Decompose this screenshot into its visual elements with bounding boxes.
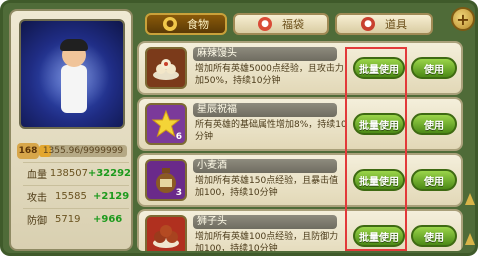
- item-name: 星辰祝福: [197, 104, 237, 115]
- stat-label: 攻击: [27, 192, 47, 204]
- stat-value: 138507: [49, 167, 89, 179]
- item-icon: ●: [361, 17, 375, 31]
- plus-icon: +: [456, 9, 470, 29]
- stat-defense: 防御 5719 +966: [27, 211, 131, 227]
- stat-bonus: +2129: [93, 190, 130, 202]
- tab-label: 道具: [385, 18, 407, 31]
- hero-portrait: [19, 19, 125, 129]
- stat-label: 血量: [27, 169, 47, 181]
- stat-attack: 攻击 15585 +2129: [27, 188, 131, 204]
- star-icon[interactable]: 6: [145, 103, 187, 145]
- scroll-down-arrow-icon[interactable]: [465, 233, 475, 245]
- list-item: 6 星辰祝福 所有英雄的基础属性增加8%，持续10分钟 批量使用 使用: [137, 97, 463, 151]
- divider: [23, 208, 129, 209]
- item-name: 狮子头: [197, 216, 227, 227]
- stat-label: 防御: [27, 215, 47, 227]
- food-icon: ●: [163, 17, 177, 31]
- list-item: 狮子头 增加所有英雄100点经验，且防御力加100，持续10分钟 批量使用 使用: [137, 209, 463, 251]
- item-count: 6: [175, 132, 182, 142]
- use-button[interactable]: 使用: [411, 57, 457, 79]
- level-badge: 168: [17, 143, 39, 159]
- hero-panel: 168 1355.96/9999999 血量 138507 +32292 攻击 …: [9, 9, 133, 251]
- meatball-icon[interactable]: [145, 215, 187, 251]
- tab-lucky-bag[interactable]: ● 福袋: [233, 13, 329, 35]
- inventory-window: 168 1355.96/9999999 血量 138507 +32292 攻击 …: [0, 0, 478, 256]
- list-item: 麻辣馒头 增加所有英雄5000点经验，且攻击力加50%，持续10分钟 批量使用 …: [137, 41, 463, 95]
- item-desc: 所有英雄的基础属性增加8%，持续10分钟: [195, 120, 347, 142]
- stat-value: 15585: [55, 190, 87, 202]
- scrollbar[interactable]: [465, 43, 475, 249]
- dumpling-plate-icon[interactable]: [145, 47, 187, 89]
- item-desc: 增加所有英雄5000点经验，且攻击力加50%，持续10分钟: [195, 64, 344, 86]
- highlight-box: [345, 47, 407, 251]
- wine-jar-icon[interactable]: 3: [145, 159, 187, 201]
- item-name: 麻辣馒头: [197, 48, 237, 59]
- item-desc: 增加所有英雄150点经验，且暴击值加100，持续10分钟: [195, 176, 339, 198]
- tab-food[interactable]: ● 食物: [145, 13, 227, 35]
- stat-value: 5719: [55, 213, 81, 225]
- hero-hair: [60, 39, 88, 51]
- item-count: 3: [175, 188, 182, 198]
- item-desc: 增加所有英雄100点经验，且防御力加100，持续10分钟: [195, 232, 339, 251]
- tab-items[interactable]: ● 道具: [335, 13, 433, 35]
- exp-text: 1355.96/9999999: [42, 146, 124, 156]
- use-button[interactable]: 使用: [411, 113, 457, 135]
- hero-body: [61, 65, 87, 113]
- stat-bonus: +32292: [87, 167, 131, 179]
- use-button[interactable]: 使用: [411, 225, 457, 247]
- lucky-bag-icon: ●: [258, 17, 272, 31]
- tab-label: 食物: [187, 18, 209, 31]
- stat-hp: 血量 138507 +32292: [27, 165, 131, 181]
- item-name: 小麦酒: [197, 160, 227, 171]
- tab-label: 福袋: [282, 18, 304, 31]
- scroll-down-arrow-icon[interactable]: [465, 193, 475, 205]
- list-item: 3 小麦酒 增加所有英雄150点经验，且暴击值加100，持续10分钟 批量使用 …: [137, 153, 463, 207]
- use-button[interactable]: 使用: [411, 169, 457, 191]
- item-list[interactable]: 麻辣馒头 增加所有英雄5000点经验，且攻击力加50%，持续10分钟 批量使用 …: [137, 37, 463, 251]
- close-button[interactable]: +: [451, 7, 475, 31]
- divider: [23, 185, 129, 186]
- divider: [23, 162, 129, 163]
- stat-bonus: +966: [93, 213, 123, 225]
